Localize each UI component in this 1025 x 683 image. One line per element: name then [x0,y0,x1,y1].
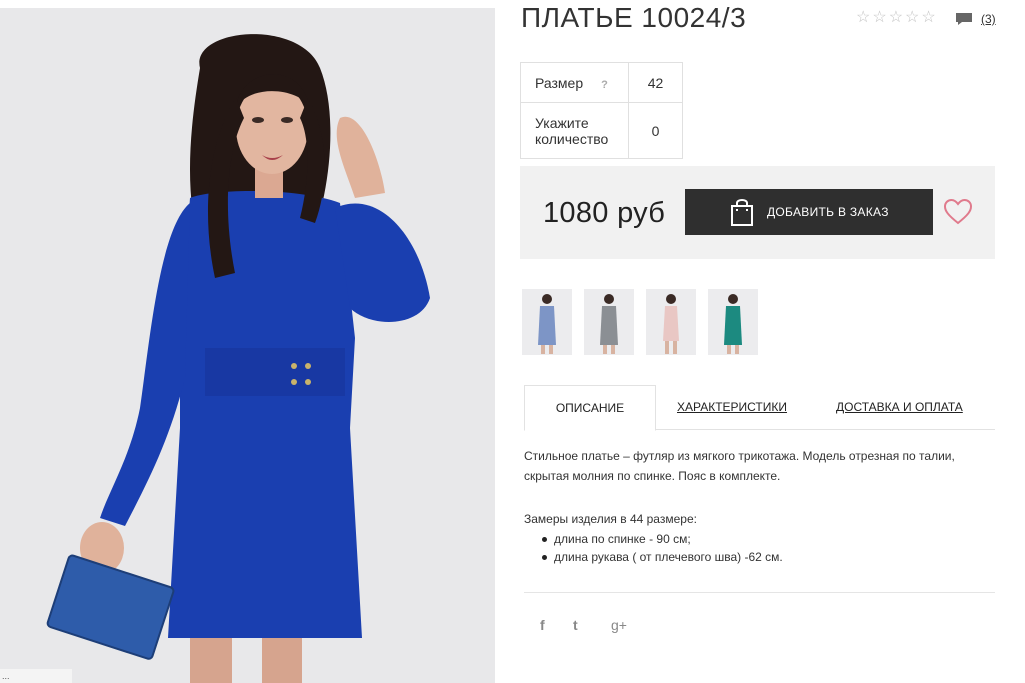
model-in-blue-dress-illustration [0,8,495,683]
measure-list: длина по спинке - 90 см; длина рукава ( … [524,530,783,566]
facebook-icon[interactable]: f [540,617,545,633]
measure-title: Замеры изделия в 44 размере: [524,512,697,526]
product-tabs: ОПИСАНИЕ ХАРАКТЕРИСТИКИ ДОСТАВКА И ОПЛАТ… [524,385,995,431]
shopping-bag-icon [731,199,753,226]
thumb-grey[interactable] [584,289,634,355]
star-icon[interactable]: ☆ [889,10,903,26]
buy-box: 1080 руб ДОБАВИТЬ В ЗАКАЗ [520,166,995,259]
size-help-icon[interactable]: ? [601,79,608,91]
tab-description[interactable]: ОПИСАНИЕ [524,385,656,431]
price: 1080 руб [543,197,666,229]
divider [524,592,995,593]
product-title: ПЛАТЬЕ 10024/3 [521,2,747,33]
tab-delivery[interactable]: ДОСТАВКА И ОПЛАТА [836,385,963,429]
star-icon[interactable]: ☆ [872,10,886,26]
size-select[interactable]: 42 [628,62,683,103]
star-icon[interactable]: ☆ [905,10,919,26]
add-to-order-label: ДОБАВИТЬ В ЗАКАЗ [767,205,889,219]
photo-caption: ... [0,669,72,683]
description-text: Стильное платье – футляр из мягкого трик… [524,449,955,483]
list-item: длина рукава ( от плечевого шва) -62 см. [524,548,783,566]
review-count-link[interactable]: (3) [981,12,996,26]
thumbnail-image [538,294,556,354]
size-label-cell: Размер? [520,62,629,103]
thumb-teal[interactable] [708,289,758,355]
heart-icon[interactable] [944,199,972,225]
star-icon[interactable]: ☆ [856,10,870,26]
tab-characteristics[interactable]: ХАРАКТЕРИСТИКИ [677,385,787,429]
thumb-light-blue[interactable] [522,289,572,355]
size-label: Размер [535,74,584,91]
list-item: длина по спинке - 90 см; [524,530,783,548]
product-main-photo[interactable]: ... [0,8,495,683]
star-icon[interactable]: ☆ [921,10,935,26]
thumbnail-image [600,294,618,354]
rating-stars[interactable]: ☆ ☆ ☆ ☆ ☆ [856,10,936,26]
color-thumbnails [522,289,758,355]
twitter-icon[interactable]: t [573,617,578,633]
comment-icon[interactable] [955,12,973,26]
quantity-label: Укажите количество [520,102,629,159]
thumbnail-image [724,294,742,354]
add-to-order-button[interactable]: ДОБАВИТЬ В ЗАКАЗ [685,189,933,235]
thumbnail-image [663,294,679,354]
googleplus-icon[interactable]: g+ [611,617,627,633]
quantity-input[interactable]: 0 [628,102,683,159]
thumb-pink[interactable] [646,289,696,355]
product-options-table: Размер? 42 Укажите количество 0 [520,62,683,159]
